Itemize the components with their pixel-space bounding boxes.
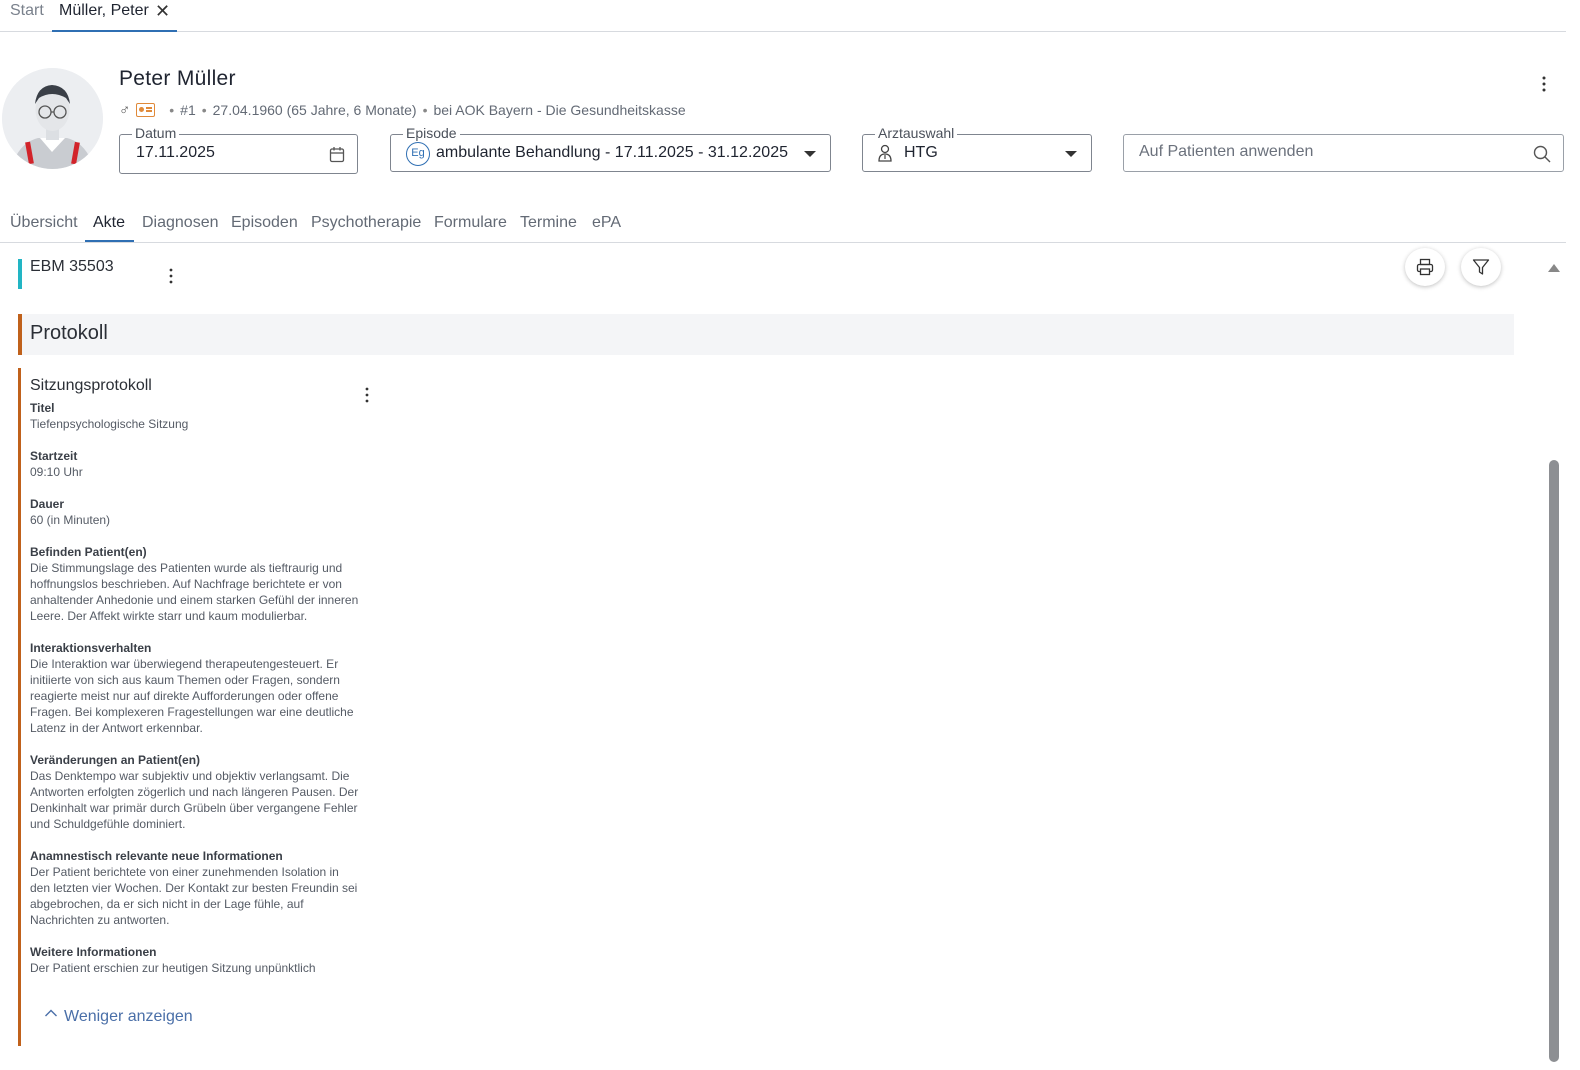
field-value: 09:10 Uhr bbox=[30, 465, 83, 479]
avatar bbox=[2, 68, 103, 169]
scroll-up-arrow-icon[interactable] bbox=[1548, 264, 1560, 272]
ebm-marker bbox=[18, 259, 22, 289]
tab-diagnosen[interactable]: Diagnosen bbox=[142, 213, 219, 233]
tab-termine[interactable]: Termine bbox=[520, 213, 577, 233]
patient-number: #1 bbox=[180, 102, 196, 118]
field-value: Die Interaktion war überwiegend therapeu… bbox=[30, 657, 354, 735]
ebm-more-options-icon[interactable] bbox=[165, 267, 177, 288]
tab-akte[interactable]: Akte bbox=[93, 213, 125, 233]
session-marker bbox=[18, 368, 21, 1046]
tab-patient-label: Müller, Peter bbox=[59, 2, 149, 19]
protocol-field: Dauer 60 (in Minuten) bbox=[30, 496, 360, 528]
doctor-select-value: HTG bbox=[904, 144, 938, 161]
patient-search[interactable] bbox=[1123, 134, 1564, 172]
protocol-field: Interaktionsverhalten Die Interaktion wa… bbox=[30, 640, 360, 736]
field-label: Titel bbox=[30, 401, 55, 415]
field-label: Veränderungen an Patient(en) bbox=[30, 753, 201, 767]
print-button[interactable] bbox=[1405, 248, 1445, 286]
protocol-field: Titel Tiefenpsychologische Sitzung bbox=[30, 400, 360, 432]
male-icon: ♂ bbox=[119, 101, 131, 119]
date-field-value[interactable]: 17.11.2025 bbox=[136, 143, 215, 163]
session-more-options-icon[interactable] bbox=[361, 386, 373, 407]
field-value: 60 (in Minuten) bbox=[30, 513, 111, 527]
tab-episoden[interactable]: Episoden bbox=[231, 213, 298, 233]
close-icon[interactable]: ✕ bbox=[155, 0, 170, 22]
field-label: Dauer bbox=[30, 497, 65, 511]
patient-meta: ♂ • #1 • 27.04.1960 (65 Jahre, 6 Monate)… bbox=[119, 100, 686, 120]
tab-psychotherapie[interactable]: Psychotherapie bbox=[311, 213, 421, 233]
protocol-title: Protokoll bbox=[30, 322, 108, 344]
protocol-field: Veränderungen an Patient(en) Das Denktem… bbox=[30, 752, 360, 832]
protocol-field: Weitere Informationen Der Patient erschi… bbox=[30, 944, 360, 976]
episode-select[interactable]: Episode Eg ambulante Behandlung - 17.11.… bbox=[390, 125, 831, 172]
chevron-up-icon bbox=[45, 1009, 57, 1017]
field-label: Anamnestisch relevante neue Informatione… bbox=[30, 849, 283, 863]
section-tab-bar: Übersicht Akte Diagnosen Episoden Psycho… bbox=[0, 207, 1566, 243]
episode-select-label: Episode bbox=[403, 125, 460, 141]
filter-button[interactable] bbox=[1461, 248, 1501, 286]
insurance-card-icon[interactable] bbox=[136, 103, 156, 117]
tab-patient[interactable]: Müller, Peter ✕ bbox=[52, 0, 177, 32]
tab-formulare[interactable]: Formulare bbox=[434, 213, 507, 233]
field-label: Startzeit bbox=[30, 449, 78, 463]
search-icon[interactable] bbox=[1533, 145, 1551, 168]
filter-icon bbox=[1472, 259, 1490, 275]
protocol-field: Startzeit 09:10 Uhr bbox=[30, 448, 360, 480]
patient-name: Peter Müller bbox=[119, 67, 236, 90]
protocol-field: Befinden Patient(en) Die Stimmungslage d… bbox=[30, 544, 360, 624]
ebm-title: EBM 35503 bbox=[30, 258, 114, 275]
show-less-label: Weniger anzeigen bbox=[64, 1008, 193, 1025]
tab-start[interactable]: Start bbox=[10, 0, 44, 32]
more-options-icon[interactable] bbox=[1538, 75, 1550, 96]
separator: • bbox=[201, 102, 207, 118]
protocol-section: Protokoll bbox=[18, 314, 1514, 355]
doctor-icon bbox=[877, 144, 893, 167]
field-label: Interaktionsverhalten bbox=[30, 641, 152, 655]
field-value: Der Patient erschien zur heutigen Sitzun… bbox=[30, 961, 316, 975]
field-value: Das Denktempo war subjektiv und objektiv… bbox=[30, 769, 359, 831]
scrollbar-thumb[interactable] bbox=[1549, 460, 1559, 1062]
field-value: Der Patient berichtete von einer zunehme… bbox=[30, 865, 358, 927]
show-less-link[interactable]: Weniger anzeigen bbox=[44, 1008, 193, 1026]
date-field-label: Datum bbox=[132, 125, 180, 141]
episode-select-value: ambulante Behandlung - 17.11.2025 - 31.1… bbox=[436, 144, 788, 161]
date-field[interactable]: Datum 17.11.2025 bbox=[119, 125, 358, 174]
printer-icon bbox=[1416, 258, 1434, 276]
active-tab-indicator bbox=[85, 240, 134, 242]
field-value: Die Stimmungslage des Patienten wurde al… bbox=[30, 561, 359, 623]
separator: • bbox=[169, 102, 175, 118]
patient-insurance: bei AOK Bayern - Die Gesundheitskasse bbox=[433, 102, 686, 118]
doctor-select[interactable]: Arztauswahl HTG bbox=[862, 125, 1092, 172]
episode-badge-icon: Eg bbox=[406, 142, 430, 166]
session-title: Sitzungsprotokoll bbox=[30, 377, 152, 394]
calendar-icon[interactable] bbox=[329, 146, 345, 168]
avatar-illustration bbox=[2, 68, 103, 169]
chevron-down-icon[interactable] bbox=[1065, 151, 1077, 157]
field-value: Tiefenpsychologische Sitzung bbox=[30, 417, 189, 431]
protocol-field: Anamnestisch relevante neue Informatione… bbox=[30, 848, 360, 928]
doctor-select-label: Arztauswahl bbox=[875, 125, 958, 141]
patient-search-input[interactable] bbox=[1139, 143, 1519, 161]
separator: • bbox=[422, 102, 428, 118]
tab-epa[interactable]: ePA bbox=[592, 213, 621, 233]
session-protocol: Sitzungsprotokoll Titel Tiefenpsychologi… bbox=[30, 376, 360, 992]
tab-uebersicht[interactable]: Übersicht bbox=[10, 213, 78, 233]
top-tab-bar: Start Müller, Peter ✕ bbox=[0, 0, 1566, 32]
patient-birthdate: 27.04.1960 (65 Jahre, 6 Monate) bbox=[212, 102, 417, 118]
field-label: Weitere Informationen bbox=[30, 945, 157, 959]
field-label: Befinden Patient(en) bbox=[30, 545, 147, 559]
chevron-down-icon[interactable] bbox=[804, 151, 816, 157]
